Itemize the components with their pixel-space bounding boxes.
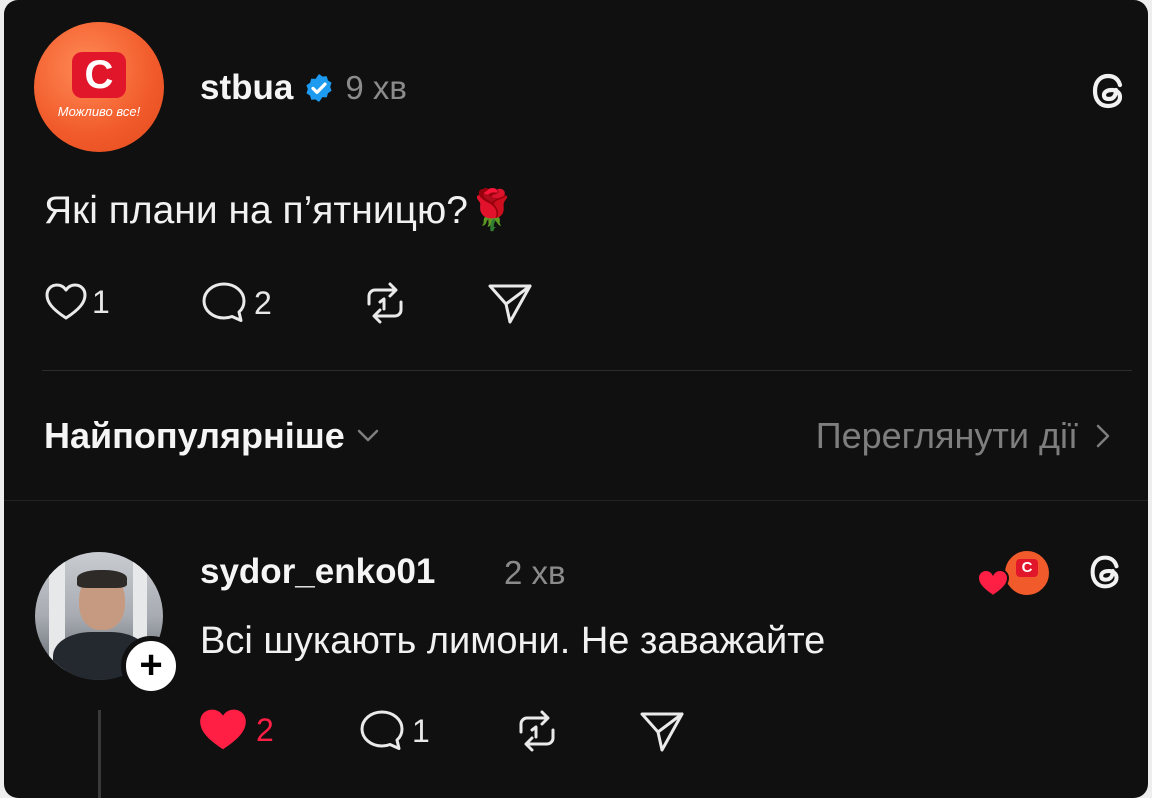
post-text: Які плани на п’ятницю?🌹 — [44, 189, 517, 232]
post-username[interactable]: stbua — [200, 68, 293, 108]
reply-like-button[interactable]: 2 — [196, 706, 274, 754]
reply-comment-button[interactable]: 1 — [358, 708, 430, 754]
thread-line — [98, 710, 101, 798]
share-icon[interactable] — [638, 708, 686, 754]
repost-icon[interactable] — [512, 708, 562, 754]
threads-icon[interactable] — [1086, 66, 1132, 116]
view-activity-link[interactable]: Переглянути дії — [816, 415, 1110, 457]
heart-icon — [976, 568, 1010, 598]
mini-logo-letter: С — [1016, 559, 1038, 577]
stbua-avatar[interactable]: С Можливо все! — [34, 22, 164, 152]
comment-button[interactable]: 2 — [200, 280, 272, 326]
post-like-count: 1 — [92, 283, 110, 320]
stb-logo-letter: С — [72, 52, 126, 98]
view-activity-label: Переглянути дії — [815, 415, 1078, 456]
chevron-down-icon — [357, 429, 379, 442]
divider — [4, 500, 1148, 501]
heart-filled-icon — [200, 709, 246, 750]
reply-like-count: 2 — [256, 711, 274, 748]
like-button[interactable]: 1 — [44, 282, 110, 322]
divider — [42, 370, 1132, 371]
sort-label: Найпопулярніше — [44, 415, 345, 456]
post-header: stbua 9 хв — [200, 68, 407, 108]
reply-comment-count: 1 — [412, 712, 430, 749]
repost-icon[interactable] — [360, 280, 410, 326]
reply-text: Всі шукають лимони. Не заважайте — [200, 620, 826, 662]
sort-dropdown[interactable]: Найпопулярніше — [44, 415, 379, 457]
verified-badge-icon — [306, 74, 332, 102]
follow-plus-button[interactable]: + — [121, 636, 181, 696]
post-comment-count: 2 — [254, 284, 272, 321]
liked-by-author-badge: С — [976, 548, 1052, 600]
heart-icon — [45, 283, 87, 320]
chevron-right-icon — [1096, 424, 1110, 448]
stb-logo-tagline: Можливо все! — [57, 104, 141, 119]
reply-username[interactable]: sydor_enko01 — [200, 552, 435, 592]
avatar-hair — [77, 570, 127, 588]
comment-icon — [202, 282, 246, 322]
share-icon[interactable] — [486, 280, 534, 326]
comment-icon — [360, 710, 404, 750]
threads-screen: С Можливо все! stbua 9 хв Які плани на п… — [4, 0, 1148, 798]
post-time: 9 хв — [345, 69, 407, 106]
threads-icon[interactable] — [1084, 548, 1128, 596]
reply-time: 2 хв — [504, 554, 566, 591]
